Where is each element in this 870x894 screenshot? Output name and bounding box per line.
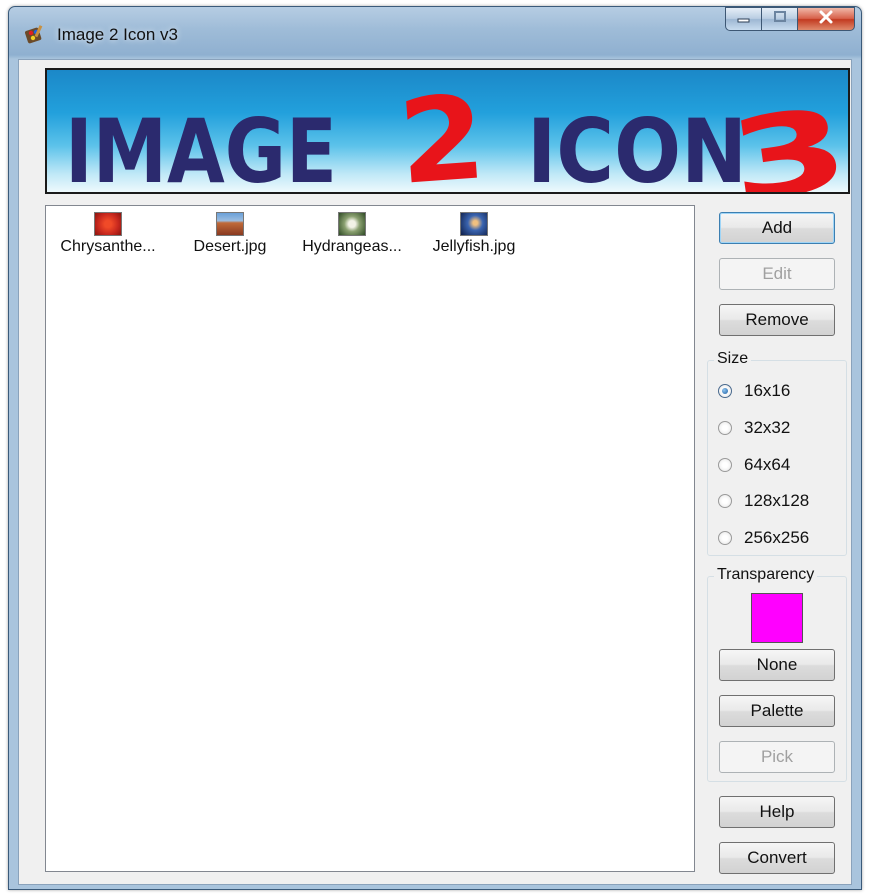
radio-label: 128x128 — [744, 491, 810, 510]
transparency-group-label: Transparency — [714, 566, 818, 584]
radio-label: 16x16 — [744, 381, 791, 400]
image-thumbnail — [338, 212, 366, 236]
file-item-chrysanthemum[interactable]: Chrysanthe... — [48, 212, 168, 256]
minimize-button[interactable] — [725, 7, 761, 31]
radio-button[interactable] — [718, 384, 732, 398]
size-option-16x16[interactable]: 16x16 — [718, 379, 790, 403]
window-title: Image 2 Icon v3 — [57, 25, 178, 44]
image-thumbnail — [94, 212, 122, 236]
none-button[interactable]: None — [719, 649, 835, 681]
image-thumbnail — [216, 212, 244, 236]
file-item-jellyfish[interactable]: Jellyfish.jpg — [414, 212, 534, 256]
radio-button[interactable] — [718, 458, 732, 472]
banner-word-2: 2 — [394, 70, 489, 192]
banner-word-3: 3 — [721, 83, 848, 192]
edit-button[interactable]: Edit — [719, 258, 835, 290]
maximize-icon — [773, 10, 787, 28]
title-bar[interactable]: Image 2 Icon v3 — [9, 7, 861, 59]
file-name: Chrysanthe... — [60, 238, 156, 255]
file-name: Desert.jpg — [193, 238, 267, 255]
file-name: Hydrangeas... — [302, 238, 402, 255]
transparency-color-swatch — [751, 593, 803, 643]
image-thumbnail — [460, 212, 488, 236]
radio-button[interactable] — [718, 494, 732, 508]
app-window: Image 2 Icon v3 IMAGE 2 ICON 3 Chrysanth… — [8, 6, 862, 890]
caption-buttons — [725, 7, 855, 33]
maximize-button[interactable] — [761, 7, 797, 31]
file-item-desert[interactable]: Desert.jpg — [170, 212, 290, 256]
transparency-group: Transparency None Palette Pick — [707, 566, 847, 782]
palette-button[interactable]: Palette — [719, 695, 835, 727]
app-banner: IMAGE 2 ICON 3 — [45, 68, 850, 194]
image-file-list[interactable]: Chrysanthe... Desert.jpg Hydrangeas... J… — [45, 205, 695, 872]
size-option-128x128[interactable]: 128x128 — [718, 489, 809, 513]
radio-button[interactable] — [718, 531, 732, 545]
pick-button[interactable]: Pick — [719, 741, 835, 773]
file-name: Jellyfish.jpg — [432, 238, 516, 255]
app-palette-icon — [23, 23, 45, 45]
radio-label: 32x32 — [744, 418, 791, 437]
size-group: Size 16x16 32x32 64x64 128x128 256x256 — [707, 350, 847, 556]
remove-button[interactable]: Remove — [719, 304, 835, 336]
file-item-hydrangeas[interactable]: Hydrangeas... — [292, 212, 412, 256]
banner-word-image: IMAGE — [65, 100, 337, 192]
radio-label: 256x256 — [744, 528, 810, 547]
help-button[interactable]: Help — [719, 796, 835, 828]
close-icon — [818, 10, 834, 29]
client-area: IMAGE 2 ICON 3 Chrysanthe... Desert.jpg … — [18, 59, 852, 885]
size-option-256x256[interactable]: 256x256 — [718, 526, 809, 550]
radio-label: 64x64 — [744, 455, 791, 474]
add-button[interactable]: Add — [719, 212, 835, 244]
close-button[interactable] — [797, 7, 855, 31]
banner-word-icon: ICON — [527, 100, 747, 192]
radio-button[interactable] — [718, 421, 732, 435]
size-option-64x64[interactable]: 64x64 — [718, 453, 790, 477]
size-group-label: Size — [714, 350, 752, 368]
convert-button[interactable]: Convert — [719, 842, 835, 874]
minimize-icon — [737, 10, 751, 28]
size-option-32x32[interactable]: 32x32 — [718, 416, 790, 440]
